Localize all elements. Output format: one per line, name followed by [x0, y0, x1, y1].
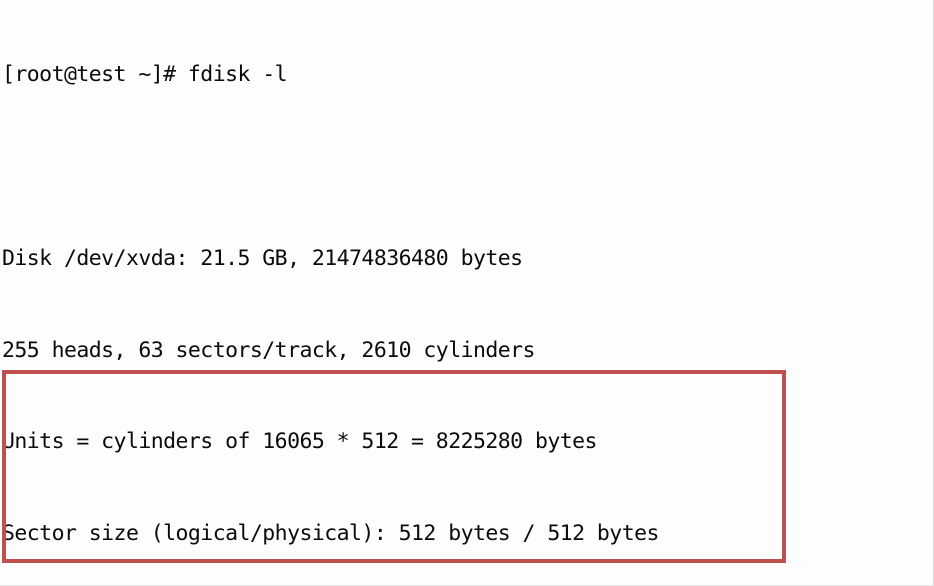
terminal-line-prompt: [root@test ~]# fdisk -l	[2, 62, 288, 88]
terminal-line-xvda-disk: Disk /dev/xvda: 21.5 GB, 21474836480 byt…	[2, 245, 523, 271]
terminal-output[interactable]: [root@test ~]# fdisk -l Disk /dev/xvda: …	[2, 0, 932, 585]
terminal-line-xvda-geometry: 255 heads, 63 sectors/track, 2610 cylind…	[2, 337, 536, 363]
terminal-line-xvda-sector-size: Sector size (logical/physical): 512 byte…	[2, 521, 659, 547]
terminal-line-xvda-units: Units = cylinders of 16065 * 512 = 82252…	[2, 429, 597, 455]
terminal-window: [root@test ~]# fdisk -l Disk /dev/xvda: …	[0, 0, 934, 586]
